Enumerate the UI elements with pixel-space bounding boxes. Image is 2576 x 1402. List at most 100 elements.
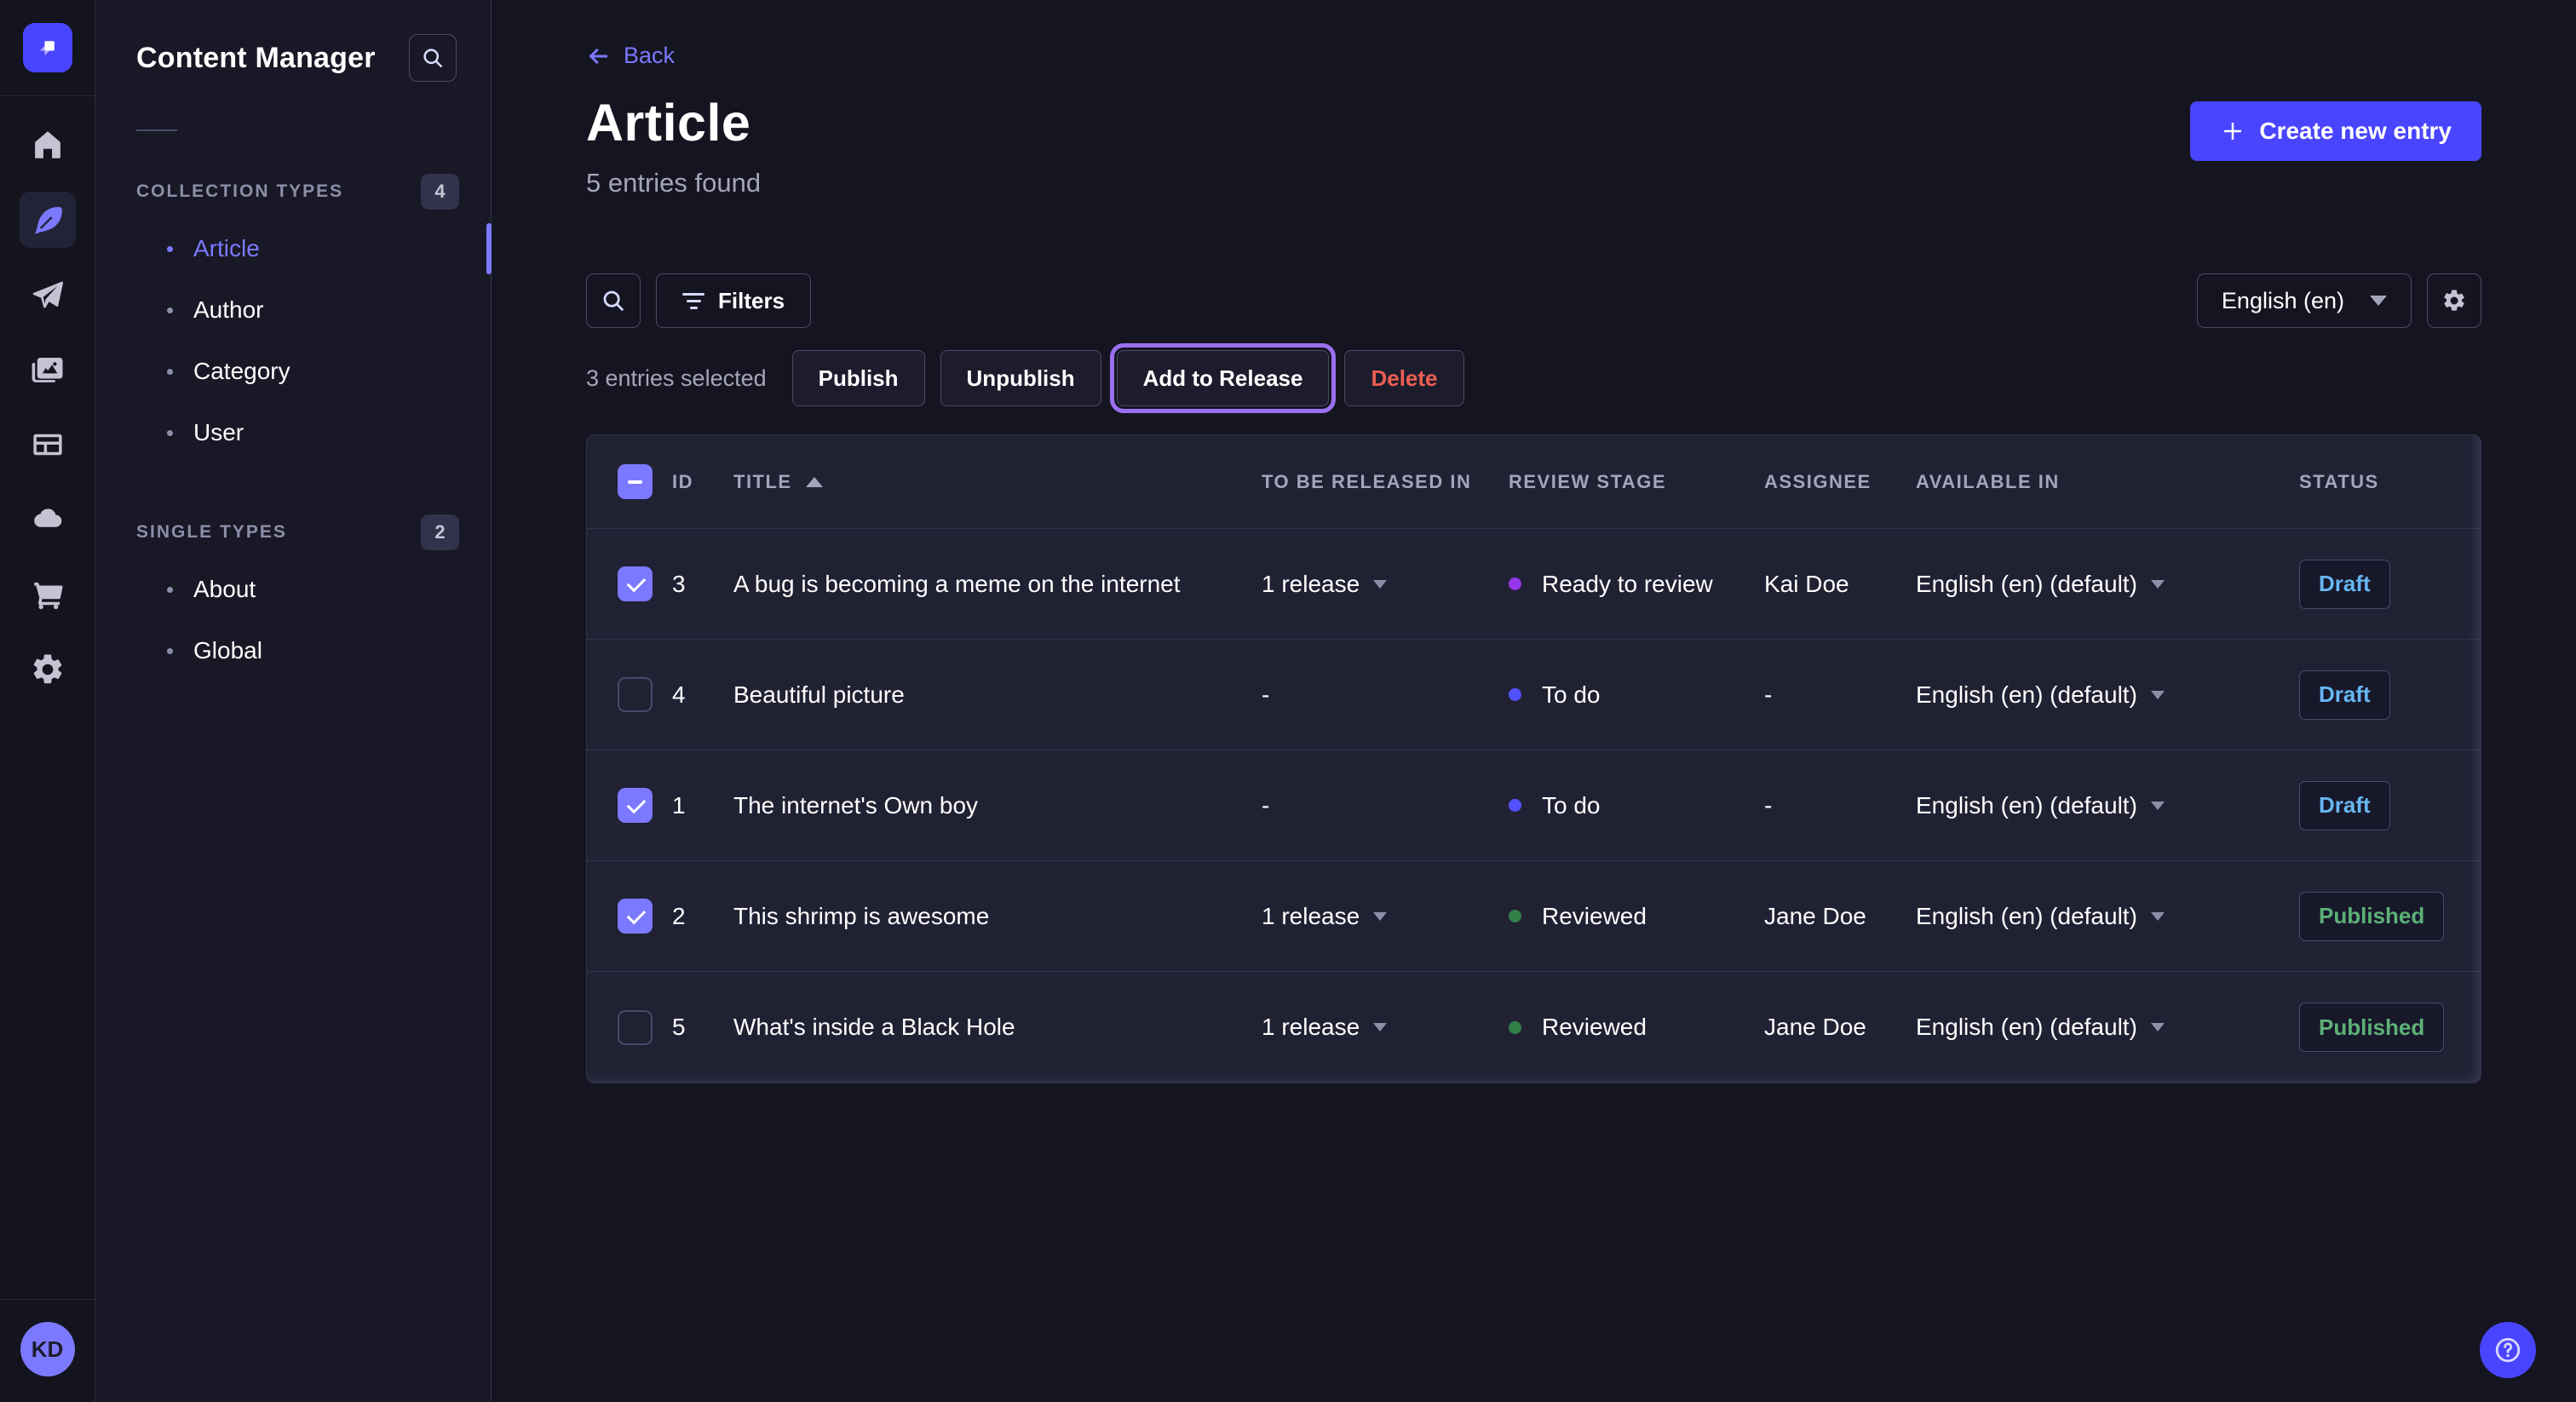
cell-available-in-dropdown[interactable]: English (en) (default) (1892, 571, 2275, 598)
cell-id: 5 (648, 1014, 710, 1041)
sidebar-divider (136, 129, 177, 131)
select-all-checkbox[interactable] (618, 464, 653, 499)
cell-release: - (1238, 681, 1485, 709)
main-content: Back Article 5 entries found Create new … (492, 0, 2576, 1402)
page-title: Article (586, 93, 761, 152)
sidebar-item-article[interactable]: Article (95, 218, 491, 279)
cell-status: Draft (2275, 670, 2482, 720)
status-badge: Draft (2299, 781, 2390, 830)
chevron-down-icon (2151, 802, 2165, 810)
add-to-release-button[interactable]: Add to Release (1117, 350, 1330, 406)
cell-status: Draft (2275, 560, 2482, 609)
row-checkbox[interactable] (618, 1010, 653, 1045)
publish-button[interactable]: Publish (792, 350, 925, 406)
cell-review-stage: To do (1485, 792, 1740, 819)
cell-release-dropdown[interactable]: 1 release (1238, 571, 1485, 598)
column-header-id[interactable]: ID (648, 471, 710, 493)
status-badge: Draft (2299, 560, 2390, 609)
cell-assignee: - (1740, 792, 1892, 819)
cell-assignee: - (1740, 681, 1892, 709)
chevron-down-icon (1373, 1023, 1387, 1031)
nav-content-type-builder-icon[interactable] (20, 417, 76, 473)
cell-review-stage: To do (1485, 681, 1740, 709)
table-row[interactable]: 2 This shrimp is awesome 1 release Revie… (587, 861, 2481, 972)
table-row[interactable]: 1 The internet's Own boy - To do - Engli… (587, 750, 2481, 861)
nav-deploy-icon[interactable] (20, 491, 76, 548)
cell-available-in-dropdown[interactable]: English (en) (default) (1892, 792, 2275, 819)
chevron-down-icon (2370, 296, 2387, 306)
cell-available-in-dropdown[interactable]: English (en) (default) (1892, 1014, 2275, 1041)
sidebar-search-button[interactable] (409, 34, 457, 82)
gear-icon (2441, 288, 2467, 313)
delete-button[interactable]: Delete (1344, 350, 1463, 406)
row-checkbox[interactable] (618, 677, 653, 712)
bullet-icon (167, 369, 173, 375)
column-header-title[interactable]: TITLE (710, 471, 1238, 493)
sidebar-item-category[interactable]: Category (95, 341, 491, 402)
locale-select[interactable]: English (en) (2197, 273, 2412, 328)
user-avatar[interactable]: KD (20, 1322, 75, 1376)
nav-home-icon[interactable] (20, 117, 76, 173)
main-nav-rail: KD (0, 0, 95, 1402)
bullet-icon (167, 246, 173, 252)
list-settings-button[interactable] (2427, 273, 2481, 328)
nav-settings-icon[interactable] (20, 641, 76, 698)
cell-title: This shrimp is awesome (710, 903, 1238, 930)
sidebar-item-author[interactable]: Author (95, 279, 491, 341)
column-header-available-in[interactable]: AVAILABLE IN (1892, 471, 2275, 493)
search-entries-button[interactable] (586, 273, 641, 328)
strapi-logo-box[interactable] (0, 0, 95, 96)
cell-review-stage: Reviewed (1485, 1014, 1740, 1041)
cell-available-in-dropdown[interactable]: English (en) (default) (1892, 681, 2275, 709)
column-header-assignee[interactable]: ASSIGNEE (1740, 471, 1892, 493)
status-badge: Published (2299, 892, 2444, 941)
cell-title: The internet's Own boy (710, 792, 1238, 819)
question-mark-circle-icon (2493, 1336, 2522, 1365)
back-link[interactable]: Back (586, 43, 675, 69)
sidebar-item-global[interactable]: Global (95, 620, 491, 681)
cell-release-dropdown[interactable]: 1 release (1238, 903, 1485, 930)
column-header-to-be-released-in[interactable]: TO BE RELEASED IN (1238, 471, 1485, 493)
column-header-status[interactable]: STATUS (2275, 471, 2482, 493)
cell-status: Published (2275, 892, 2482, 941)
search-icon (421, 46, 445, 70)
cell-id: 3 (648, 571, 710, 598)
nav-media-library-icon[interactable] (20, 342, 76, 398)
sidebar-item-user[interactable]: User (95, 402, 491, 463)
stage-dot-icon (1509, 688, 1521, 701)
chevron-down-icon (2151, 691, 2165, 699)
table-row[interactable]: 3 A bug is becoming a meme on the intern… (587, 529, 2481, 640)
unpublish-button[interactable]: Unpublish (940, 350, 1101, 406)
bullet-icon (167, 307, 173, 313)
filters-button[interactable]: Filters (656, 273, 811, 328)
section-label-collection-types: COLLECTION TYPES (136, 181, 343, 202)
nav-releases-icon[interactable] (20, 267, 76, 323)
chevron-down-icon (1373, 580, 1387, 589)
chevron-down-icon (1373, 912, 1387, 921)
help-button[interactable] (2480, 1322, 2536, 1378)
table-row[interactable]: 4 Beautiful picture - To do - English (e… (587, 640, 2481, 750)
column-header-review-stage[interactable]: REVIEW STAGE (1485, 471, 1740, 493)
table-row[interactable]: 5 What's inside a Black Hole 1 release R… (587, 972, 2481, 1083)
section-label-single-types: SINGLE TYPES (136, 522, 287, 543)
plus-icon (2220, 118, 2245, 144)
bullet-icon (167, 430, 173, 436)
row-checkbox[interactable] (618, 566, 653, 601)
status-badge: Published (2299, 1003, 2444, 1052)
status-badge: Draft (2299, 670, 2390, 720)
cell-release-dropdown[interactable]: 1 release (1238, 1014, 1485, 1041)
collection-types-count-badge: 4 (421, 174, 459, 210)
sidebar-title: Content Manager (136, 42, 376, 75)
create-new-entry-button[interactable]: Create new entry (2190, 101, 2481, 161)
cell-title: Beautiful picture (710, 681, 1238, 709)
sidebar-item-about[interactable]: About (95, 559, 491, 620)
cell-status: Draft (2275, 781, 2482, 830)
nav-content-manager-icon[interactable] (20, 192, 76, 248)
nav-marketplace-icon[interactable] (20, 566, 76, 623)
row-checkbox[interactable] (618, 788, 653, 823)
app-root: KD Content Manager COLLECTION TYPES 4 Ar… (0, 0, 2576, 1402)
cell-title: What's inside a Black Hole (710, 1014, 1238, 1041)
row-checkbox[interactable] (618, 899, 653, 934)
cell-available-in-dropdown[interactable]: English (en) (default) (1892, 903, 2275, 930)
chevron-down-icon (2151, 1023, 2165, 1031)
